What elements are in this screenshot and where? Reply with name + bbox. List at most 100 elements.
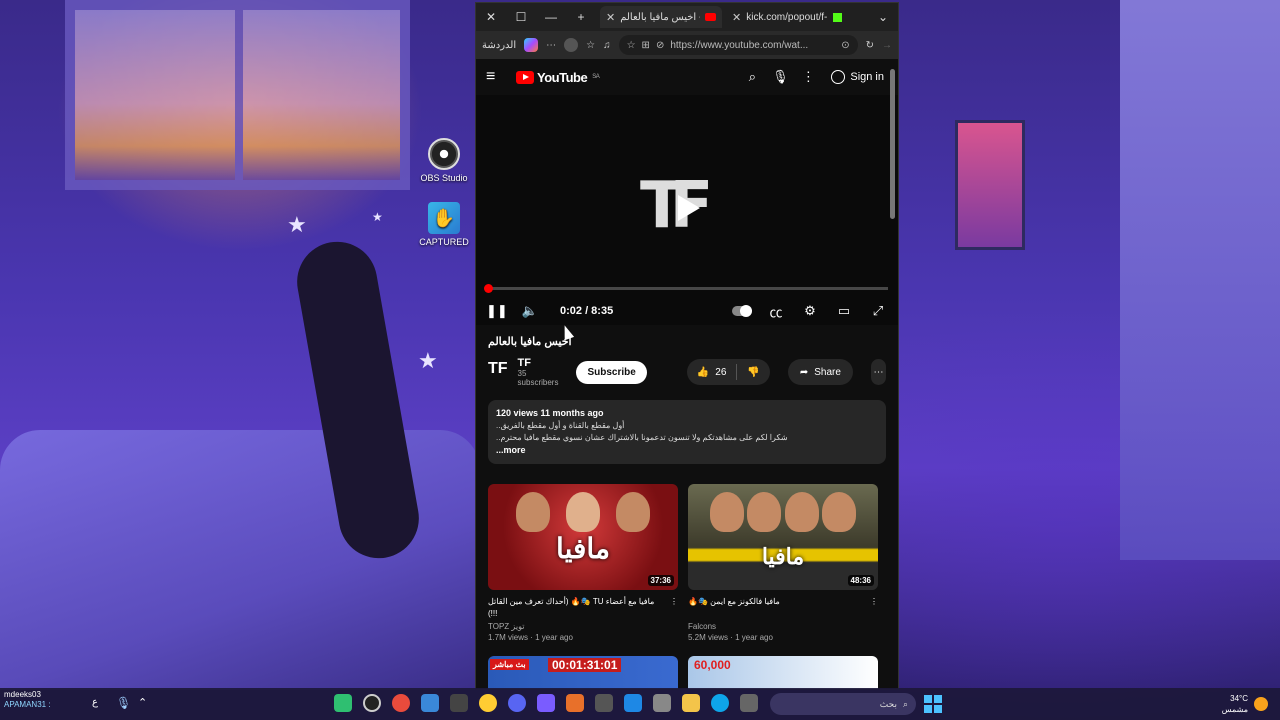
app-icon[interactable] [653, 694, 671, 712]
url-text: https://www.youtube.com/wat... [670, 39, 809, 51]
share-button[interactable]: ➦ Share [787, 359, 853, 385]
channel-avatar[interactable]: TF [488, 360, 508, 384]
captions-icon[interactable]: ㏄ [766, 302, 786, 321]
browser-window: ✕ ☐ — + ✕ اخيس مافيا بالعالم - YouTube ✕… [475, 2, 899, 690]
close-tab-icon[interactable]: ✕ [732, 11, 741, 24]
thumbs-up-icon: 👍 [696, 366, 710, 378]
video-card-channel[interactable]: Falcons [688, 622, 878, 631]
signin-button[interactable]: Sign in [827, 66, 888, 88]
obs-taskbar-icon[interactable] [363, 694, 381, 712]
like-button[interactable]: 👍 26 [687, 364, 738, 380]
youtube-logo-text: YouTube [537, 69, 588, 85]
media-icon[interactable]: ♫ [603, 40, 611, 51]
settings-gear-icon[interactable]: ⚙ [800, 303, 820, 319]
tab-list-chevron-icon[interactable]: ⌄ [868, 10, 898, 24]
desktop-icon-obs[interactable]: OBS Studio [414, 138, 474, 183]
app-icon[interactable] [566, 694, 584, 712]
chrome-icon[interactable] [392, 694, 410, 712]
taskbar-search[interactable]: بحث ⌕ [770, 693, 916, 715]
page-scrollbar[interactable] [890, 69, 895, 219]
channel-name[interactable]: TF [518, 357, 559, 369]
region-code: SA [592, 74, 600, 80]
app-icon[interactable] [624, 694, 642, 712]
tab-youtube[interactable]: ✕ اخيس مافيا بالعالم - YouTube [600, 6, 722, 28]
profile-icon[interactable] [564, 38, 579, 52]
youtube-logo[interactable]: YouTube SA [516, 69, 600, 85]
star-icon[interactable]: ☆ [627, 40, 636, 51]
edge-icon[interactable] [711, 694, 729, 712]
desktop-icon-captured[interactable]: ✋ CAPTURED [414, 202, 474, 247]
video-thumbnail[interactable]: بث مباشر 00:01:31:01 [488, 656, 678, 689]
chrome-icon[interactable] [479, 694, 497, 712]
card-menu-icon[interactable]: ⋮ [670, 596, 678, 608]
widget-line: APAMAN31 : [4, 700, 51, 709]
subscribe-button[interactable]: Subscribe [576, 360, 647, 384]
dislike-button[interactable]: 👎 [737, 367, 769, 378]
app-icon[interactable] [450, 694, 468, 712]
reader-icon[interactable]: ⊙ [841, 40, 849, 51]
discord-icon[interactable] [508, 694, 526, 712]
search-icon: ⌕ [902, 698, 908, 709]
video-card-title[interactable]: مافيا فالكونز مع ايمن 🎭🔥 ⋮ [688, 596, 878, 620]
app-icon[interactable] [740, 694, 758, 712]
video-thumbnail[interactable]: مافيا 37:36 [488, 484, 678, 590]
search-placeholder: بحث [879, 698, 897, 709]
video-thumbnail[interactable]: 60,000 [688, 656, 878, 689]
start-button[interactable] [924, 695, 942, 713]
more-dots-icon: ⋯ [873, 366, 884, 378]
autoplay-toggle[interactable] [732, 305, 752, 317]
url-field[interactable]: ☆ ⊞ ⊘ https://www.youtube.com/wat... ⊙ [618, 35, 858, 55]
close-window-button[interactable]: ✕ [476, 10, 506, 24]
recommendations-grid: مافيا 37:36 مافيا مع أعضاء TU 🎭🔥 (أحداك … [476, 464, 898, 642]
app-icon[interactable] [334, 694, 352, 712]
video-thumbnail[interactable]: مافيا 48:36 [688, 484, 878, 590]
video-card-title[interactable]: مافيا مع أعضاء TU 🎭🔥 (أحداك تعرف مين الق… [488, 596, 678, 620]
fullscreen-icon[interactable]: ⤢ [868, 303, 888, 319]
kick-favicon-icon [833, 12, 842, 22]
video-card[interactable]: مافيا 37:36 مافيا مع أعضاء TU 🎭🔥 (أحداك … [488, 484, 678, 642]
more-menu-icon[interactable]: ⋯ [546, 40, 556, 51]
app-icon[interactable] [595, 694, 613, 712]
miniplayer-icon[interactable]: ▭ [834, 303, 854, 319]
search-icon[interactable]: ⌕ [743, 69, 761, 85]
thumbnail-text: مافيا [761, 544, 805, 569]
big-play-icon[interactable] [666, 191, 706, 225]
refresh-icon[interactable]: ↻ [866, 40, 874, 51]
thumbs-down-icon: 👎 [747, 366, 760, 378]
forward-icon[interactable]: → [882, 40, 892, 51]
weather-widget[interactable]: 34°C مشمس [1218, 693, 1248, 715]
widget-line: mdeeks03 [4, 690, 41, 699]
card-menu-icon[interactable]: ⋮ [870, 596, 878, 608]
show-more-link[interactable]: ...more [496, 445, 878, 455]
settings-dots-icon[interactable]: ⋮ [799, 69, 817, 85]
favorites-icon[interactable]: ☆ [586, 40, 595, 51]
pause-icon[interactable]: ❚❚ [486, 303, 508, 319]
description-box[interactable]: 120 views 11 months ago أول مقطع بالقناة… [488, 400, 886, 464]
video-card[interactable]: مافيا 48:36 مافيا فالكونز مع ايمن 🎭🔥 ⋮ F… [688, 484, 878, 642]
volume-icon[interactable]: 🔈 [520, 303, 540, 319]
tray-chevron-icon[interactable]: ⌃ [138, 696, 147, 709]
progress-handle[interactable] [483, 284, 493, 293]
close-tab-icon[interactable]: ✕ [606, 11, 615, 24]
video-player[interactable]: TF ❚❚ 🔈 0:02 / 8:35 ㏄ ⚙ ▭ ⤢ [476, 95, 898, 325]
menu-icon[interactable]: ≡ [486, 68, 506, 86]
language-indicator[interactable]: ع [92, 697, 98, 708]
app-icon[interactable] [421, 694, 439, 712]
app-icon[interactable] [537, 694, 555, 712]
minimize-button[interactable]: — [536, 10, 566, 24]
copilot-icon[interactable] [524, 38, 539, 52]
taskbar-widget[interactable]: mdeeks03 APAMAN31 : [4, 690, 51, 710]
microphone-icon[interactable]: 🎙 [116, 696, 131, 710]
like-count: 26 [715, 366, 727, 378]
tab-kick[interactable]: ✕ kick.com/popout/f-ha67/ [726, 6, 848, 28]
more-actions-button[interactable]: ⋯ [870, 359, 886, 385]
split-screen-icon[interactable]: ⊞ [642, 40, 650, 51]
video-card-channel[interactable]: TOPZ تويز [488, 622, 678, 631]
file-explorer-icon[interactable] [682, 694, 700, 712]
progress-bar[interactable] [483, 284, 888, 293]
maximize-button[interactable]: ☐ [506, 10, 536, 24]
new-tab-button[interactable]: + [566, 10, 596, 24]
chat-label[interactable]: الدردشة [482, 40, 516, 51]
view-date-meta: 120 views 11 months ago [496, 408, 604, 418]
microphone-icon[interactable]: 🎙 [771, 69, 789, 85]
